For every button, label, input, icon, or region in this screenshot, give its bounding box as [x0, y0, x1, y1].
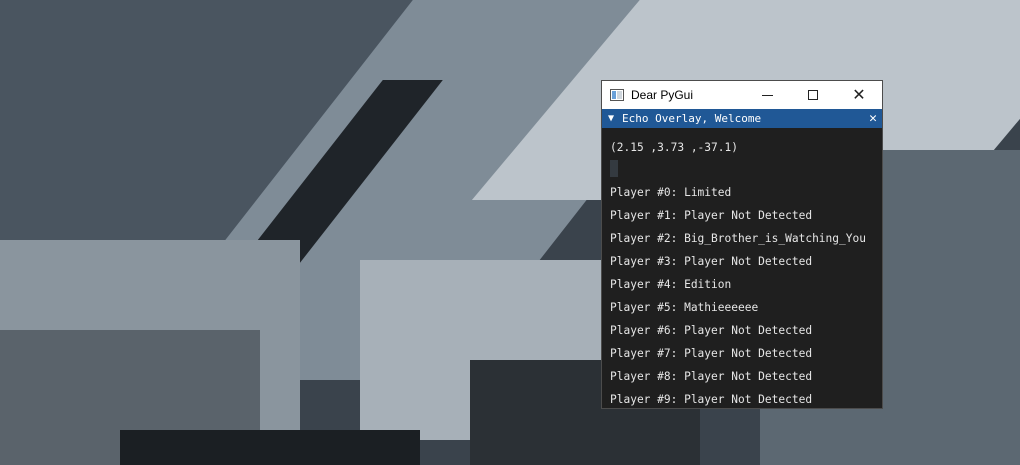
- minimize-icon: [761, 94, 773, 96]
- player-row: Player #6: Player Not Detected: [610, 324, 813, 337]
- player-row: Player #7: Player Not Detected: [610, 347, 813, 360]
- player-row: Player #1: Player Not Detected: [610, 209, 813, 222]
- maximize-button[interactable]: [790, 81, 836, 109]
- player-row: Player #4: Edition: [610, 278, 732, 291]
- player-row: Player #8: Player Not Detected: [610, 370, 813, 383]
- window-title: Dear PyGui: [631, 88, 694, 102]
- player-row: Player #2: Big_Brother_is_Watching_You: [610, 232, 866, 245]
- minimize-button[interactable]: [744, 81, 790, 109]
- maximize-icon: [808, 90, 818, 100]
- player-row: Player #5: Mathieeeeee: [610, 301, 759, 314]
- overlay-content: (2.15 ,3.73 ,-37.1) Player #0: Limited P…: [602, 128, 882, 408]
- close-icon: ✕: [852, 85, 866, 104]
- background-shape: [120, 430, 420, 465]
- collapse-arrow-icon[interactable]: ▼: [608, 113, 619, 124]
- window-titlebar[interactable]: Dear PyGui ✕: [602, 81, 882, 109]
- window-controls: ✕: [744, 81, 882, 109]
- player-row: Player #0: Limited: [610, 186, 732, 199]
- player-row: Player #9: Player Not Detected: [610, 393, 813, 406]
- overlay-title: Echo Overlay, Welcome: [622, 112, 762, 125]
- overlay-titlebar[interactable]: ▼ Echo Overlay, Welcome ✕: [602, 109, 882, 128]
- dear-pygui-window[interactable]: Dear PyGui ✕ ▼ Echo Overlay, Welcome ✕ (…: [601, 80, 883, 409]
- player-row: Player #3: Player Not Detected: [610, 255, 813, 268]
- player-list: Player #0: Limited Player #1: Player Not…: [610, 181, 874, 408]
- text-input[interactable]: [610, 160, 618, 177]
- close-button[interactable]: ✕: [836, 81, 882, 109]
- overlay-close-icon[interactable]: ✕: [869, 110, 877, 127]
- coordinates-readout: (2.15 ,3.73 ,-37.1): [610, 141, 738, 154]
- app-icon: [610, 89, 624, 101]
